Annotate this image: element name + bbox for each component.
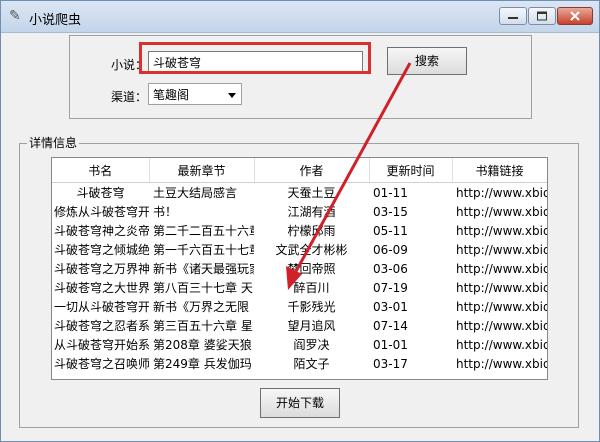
table-cell: 千影残光 xyxy=(287,300,336,314)
table-row[interactable]: 修炼从斗破苍穹开始书！ 江湖有酒 03-15 http://www.xbiqu xyxy=(52,202,547,221)
table-cell: 一切从斗破苍穹开始 xyxy=(54,300,149,314)
table-cell: 03-01 xyxy=(373,299,408,314)
table-cell: 第三百五十六章 星 xyxy=(153,319,253,333)
minimize-button[interactable] xyxy=(499,7,527,25)
window-title: 小说爬虫 xyxy=(29,13,82,28)
table-cell: 03-06 xyxy=(373,261,408,276)
table-cell: 新书《万界之无限 xyxy=(153,300,250,314)
highlight-box xyxy=(139,42,371,74)
table-cell: http://www.xbiqu xyxy=(456,261,547,276)
column-header-latest-chapter[interactable]: 最新章节 xyxy=(149,158,255,183)
table-cell: 新书《诸天最强玩家 xyxy=(153,262,254,276)
table-cell: http://www.xbiqu xyxy=(456,204,547,219)
feather-icon: ✎ xyxy=(9,8,21,24)
table-cell: http://www.xbiqu xyxy=(456,280,547,295)
table-cell: 斗破苍穹之万界神 xyxy=(54,262,149,276)
table-cell: 03-17 xyxy=(373,356,408,371)
close-button[interactable] xyxy=(557,7,593,25)
column-header-author[interactable]: 作者 xyxy=(254,158,370,183)
table-cell: 07-14 xyxy=(373,318,408,333)
table-row[interactable]: 斗破苍穹之万界神 新书《诸天最强玩家 梦回帝照 03-06 http://www.xbi… xyxy=(52,259,547,278)
table-row[interactable]: 斗破苍穹之召唤师 第249章 兵发伽玛 陌文子 03-17 http://www.xbi… xyxy=(52,354,547,373)
table-header-row: 书名 最新章节 作者 更新时间 书籍链接 xyxy=(52,158,547,183)
table-row[interactable]: 斗破苍穹 土豆大结局感言 天蚕土豆 01-11 http://www.xbiqu xyxy=(52,183,547,203)
table-cell: 书！ xyxy=(153,205,178,219)
start-download-button[interactable]: 开始下载 xyxy=(260,388,340,418)
maximize-icon xyxy=(537,11,547,21)
table-cell: 第八百三十七章 天 xyxy=(153,281,253,295)
table-cell: 03-15 xyxy=(373,204,408,219)
chevron-down-icon xyxy=(228,93,236,98)
table-cell: 文武全才彬彬 xyxy=(275,243,348,257)
table-cell: 斗破苍穹 xyxy=(76,186,125,200)
table-cell: 01-11 xyxy=(373,185,408,200)
table-cell: http://www.xbiqu xyxy=(456,185,547,200)
table-cell: 07-19 xyxy=(373,280,408,295)
table-cell: 06-09 xyxy=(373,242,408,257)
table-cell: 第208章 婆娑天狼 xyxy=(153,338,252,352)
table-cell: http://www.xbiqu xyxy=(456,318,547,333)
table-cell: 01-01 xyxy=(373,337,408,352)
table-row[interactable]: 斗破苍穹之忍者系统第三百五十六章 星 望月追风 07-14 http://www.xb… xyxy=(52,316,547,335)
table-cell: 斗破苍穹之忍者系统 xyxy=(54,319,149,333)
table-cell: 修炼从斗破苍穹开始 xyxy=(54,205,149,219)
table-row[interactable]: 斗破苍穹之倾城绝色第一千六百五十七章 文武全才彬彬 06-09 http://www.… xyxy=(52,240,547,259)
table-cell: 土豆大结局感言 xyxy=(153,186,238,200)
table-cell: 第一千六百五十七章 xyxy=(153,243,254,257)
table-cell: 江湖有酒 xyxy=(287,205,336,219)
table-cell: 梦回帝照 xyxy=(287,262,336,276)
maximize-button[interactable] xyxy=(528,7,556,25)
channel-label: 渠道： xyxy=(111,90,148,104)
table-cell: 从斗破苍穹开始系统 xyxy=(54,338,149,352)
table-cell: 斗破苍穹之倾城绝色 xyxy=(54,243,149,257)
table-cell: 望月追风 xyxy=(287,319,336,333)
table-cell: 斗破苍穹之大世界 xyxy=(54,281,149,295)
close-icon xyxy=(570,11,580,21)
table-cell: http://www.xbiqu xyxy=(456,223,547,238)
search-button[interactable]: 搜索 xyxy=(387,47,467,75)
table-cell: 斗破苍穹之召唤师 xyxy=(54,357,149,371)
table-cell: http://www.xbiqu xyxy=(456,337,547,352)
table-cell: 第二千二百五十六章 xyxy=(153,224,254,238)
column-header-title[interactable]: 书名 xyxy=(52,158,150,183)
details-table: 书名 最新章节 作者 更新时间 书籍链接 斗破苍穹 土豆大结局感言 天蚕土豆 01-1… xyxy=(51,157,548,380)
table-cell: 05-11 xyxy=(373,223,408,238)
table-cell: 天蚕土豆 xyxy=(287,186,336,200)
channel-select[interactable]: 笔趣阁 xyxy=(148,83,242,105)
column-header-update-time[interactable]: 更新时间 xyxy=(369,158,453,183)
table-cell: 醉百川 xyxy=(293,281,330,295)
table-cell: http://www.xbiqu xyxy=(456,356,547,371)
table-cell: http://www.xbiqu xyxy=(456,242,547,257)
table-cell: http://www.xbiqu xyxy=(456,299,547,314)
table-cell: 斗破苍穹神之炎帝 xyxy=(54,224,149,238)
table-cell: 陌文子 xyxy=(293,357,330,371)
column-header-book-link[interactable]: 书籍链接 xyxy=(452,158,547,183)
channel-selected-value: 笔趣阁 xyxy=(153,88,190,102)
table-cell: 柠檬邱雨 xyxy=(287,224,336,238)
table-row[interactable]: 一切从斗破苍穹开始新书《万界之无限 千影残光 03-01 http://www.xbi… xyxy=(52,297,547,316)
details-group-label: 详情信息 xyxy=(27,134,80,151)
table-cell: 第249章 兵发伽玛 xyxy=(153,357,252,371)
table-row[interactable]: 从斗破苍穹开始系统第208章 婆娑天狼 阎罗决 01-01 http://www.xb… xyxy=(52,335,547,354)
table-cell: 阎罗决 xyxy=(293,338,330,352)
minimize-icon xyxy=(508,17,518,19)
title-bar: ✎ 小说爬虫 xyxy=(1,1,599,33)
table-row[interactable]: 斗破苍穹神之炎帝 第二千二百五十六章 柠檬邱雨 05-11 http://www.xbi… xyxy=(52,221,547,240)
table-row[interactable]: 斗破苍穹之大世界第八百三十七章 天 醉百川 07-19 http://www.xbiq… xyxy=(52,278,547,297)
